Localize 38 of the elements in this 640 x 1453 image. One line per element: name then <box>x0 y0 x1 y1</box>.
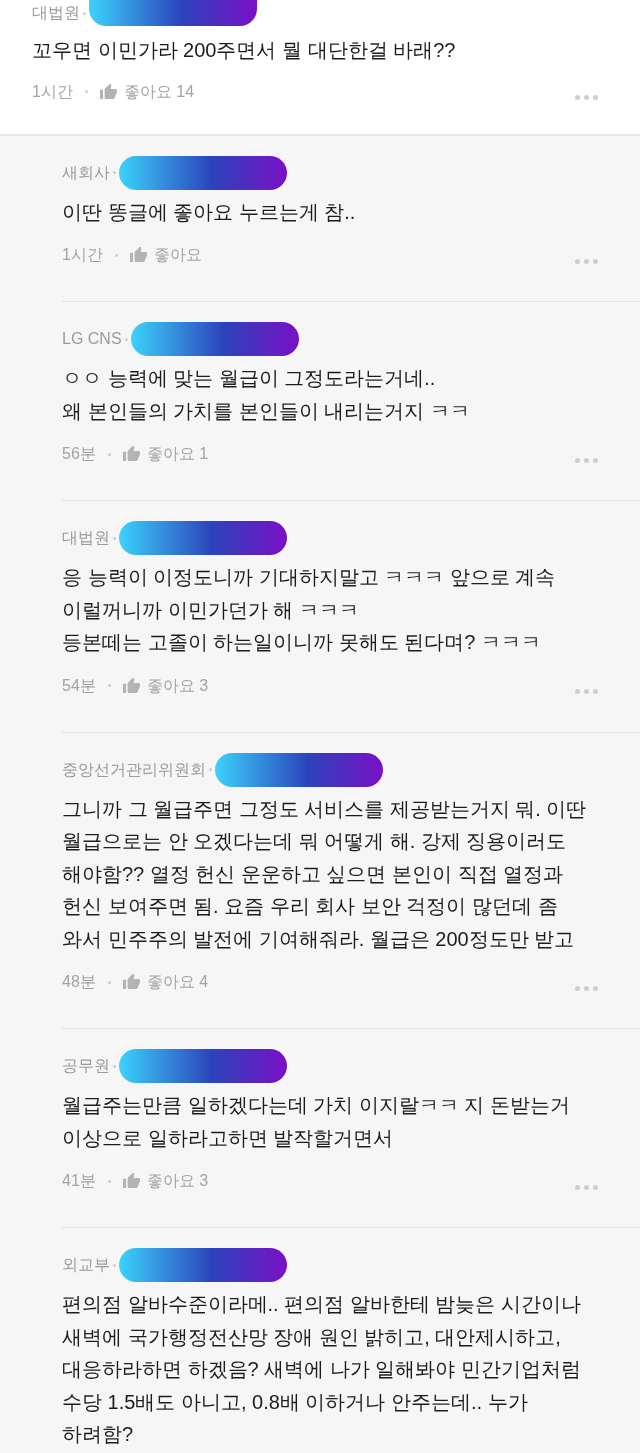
more-options-icon[interactable] <box>575 1184 598 1190</box>
thumbs-up-icon <box>122 677 140 694</box>
comment-text: 월급주는만큼 일하겠다는데 가치 이지랄ㅋㅋ 지 돈받는거 이상으로 일하라고하면 발작할거면서 <box>62 1093 571 1151</box>
like-button[interactable]: 좋아요 <box>129 243 202 267</box>
more-options-icon[interactable] <box>575 985 598 991</box>
comment-text: 이딴 똥글에 좋아요 누르는게 참.. <box>62 199 357 225</box>
more-options-icon[interactable] <box>575 689 598 694</box>
author-name: 새회사 <box>62 162 110 183</box>
more-options-icon[interactable] <box>575 258 598 264</box>
thumbs-up-icon <box>99 83 117 100</box>
comment-time: 1시간 <box>62 245 103 265</box>
comment-text: 편의점 알바수준이라메.. 편의점 알바한테 밤늦은 시간이나 새벽에 국가행정전산망 장애 원인 밝히고, 대안제시하고, 대응하라하면 하겠음? 새벽에 나가 일해봐야 민간기업처럼 수당 1.5배도 아니고, 0.8배 이하거나 안주는데.. 누가 하려함? <box>62 1292 582 1447</box>
like-button[interactable]: 좋아요 3 <box>122 1169 209 1193</box>
author-name: LG CNS <box>62 329 122 349</box>
thumbs-up-icon <box>122 1173 140 1189</box>
more-options-icon[interactable] <box>575 457 598 463</box>
comment-text: 꼬우면 이민가라 200주면서 뭘 대단한걸 바래?? <box>32 38 457 63</box>
thumbs-up-icon <box>122 974 140 990</box>
author-name: 공무원 <box>62 1056 110 1076</box>
comment-text: 응 능력이 이정도니까 기대하지말고 ㅋㅋㅋ 앞으로 계속 이럴꺼니까 이민가던가 해 ㅋㅋㅋ 등본떼는 고졸이 하는일이니까 못해도 된다며? ㅋㅋㅋ <box>62 565 557 655</box>
comment-text: 그니까 그 월급주면 그정도 서비스를 제공받는거지 뭐. 이딴 월급으로는 안 오겠다는데 뭐 어떻게 해. 강제 징용이러도 해야함?? 열정 헌신 운운하고 싶으면 본인이 직접 열정과 헌신 보여주면 됨. 요즘 우리 회사 보안 걱정이 많던데 좀 와서 민주주의 발전에 기여해줘라. 월급은 200정도만 받고 <box>62 796 588 952</box>
author-name: 중앙선거관리위원회 <box>62 759 206 780</box>
like-button[interactable]: 좋아요 4 <box>122 970 209 994</box>
author-name: 대법원 <box>32 3 80 23</box>
like-button[interactable]: 좋아요 1 <box>122 442 209 466</box>
author-name: 대법원 <box>62 528 110 548</box>
like-button[interactable]: 좋아요 3 <box>122 673 209 698</box>
more-options-icon[interactable] <box>575 95 598 100</box>
comment-time: 41분 <box>62 1171 96 1191</box>
comment-text: ㅇㅇ 능력에 맞는 월급이 그정도라는거네.. 왜 본인들의 가치를 본인들이 내리는거지 ㅋㅋ <box>62 366 471 424</box>
like-button[interactable]: 좋아요 14 <box>99 79 195 104</box>
comment-time: 48분 <box>62 972 96 992</box>
thumbs-up-icon <box>129 247 147 263</box>
comment-time: 56분 <box>62 444 96 464</box>
comment-time: 1시간 <box>32 81 73 102</box>
thumbs-up-icon <box>122 446 140 462</box>
author-name: 외교부 <box>62 1255 110 1275</box>
comment-time: 54분 <box>62 675 96 696</box>
